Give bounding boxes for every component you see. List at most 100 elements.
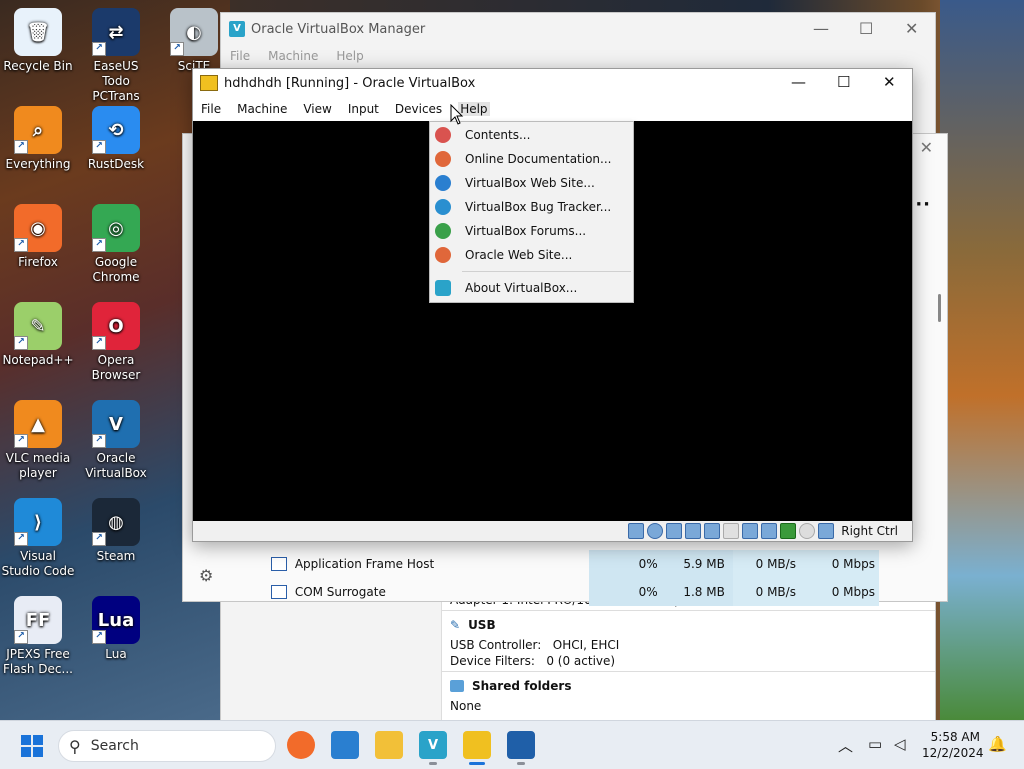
process-network: 0 Mbps: [801, 550, 879, 578]
search-icon: ⚲: [69, 736, 81, 756]
shared-folders-icon[interactable]: [723, 523, 740, 539]
recycle-bin-icon: 🗑: [14, 8, 62, 56]
process-cpu: 0%: [588, 578, 662, 606]
vm-details-panel: Adapter 1: Intel PRO/1000 MT Desktop (NA…: [441, 588, 935, 720]
close-icon[interactable]: ✕: [905, 19, 918, 38]
desktop-icon-opera-browser[interactable]: O ↗ Opera Browser: [78, 302, 154, 383]
task-manager-taskbar-icon[interactable]: [507, 731, 535, 765]
process-row[interactable]: Application Frame Host 0% 5.9 MB 0 MB/s …: [233, 550, 879, 578]
shortcut-arrow-icon: ↗: [92, 434, 106, 448]
desktop-icon-visual-studio-code[interactable]: ⟩ ↗ Visual Studio Code: [0, 498, 76, 579]
audio-icon[interactable]: [666, 523, 683, 539]
host-key-icon[interactable]: [818, 523, 835, 539]
minimize-icon[interactable]: —: [813, 19, 829, 38]
usb-section-header[interactable]: ✎ USB: [442, 613, 935, 637]
online-docs-icon: [435, 151, 451, 167]
taskbar-clock[interactable]: 5:58 AM 12/2/2024: [922, 729, 984, 761]
opera-browser-icon: O ↗: [92, 302, 140, 350]
optical-drive-icon[interactable]: [647, 523, 664, 539]
firefox-taskbar-icon[interactable]: [287, 731, 315, 759]
notification-bell-icon[interactable]: 🔔: [988, 735, 1007, 753]
jpexs-flash-decompiler-icon: FF ↗: [14, 596, 62, 644]
shortcut-arrow-icon: ↗: [92, 532, 106, 546]
minimize-icon[interactable]: —: [791, 73, 806, 91]
desktop-icon-google-chrome[interactable]: ◎ ↗ Google Chrome: [78, 204, 154, 285]
shortcut-arrow-icon: ↗: [14, 532, 28, 546]
process-network: 0 Mbps: [801, 578, 879, 606]
recording-icon[interactable]: [761, 523, 778, 539]
menu-item-about[interactable]: About VirtualBox...: [430, 276, 633, 300]
manager-menu-file[interactable]: File: [230, 49, 250, 63]
desktop-icon-lua[interactable]: Lua ↗ Lua: [78, 596, 154, 662]
network-status-icon[interactable]: ▭: [868, 735, 882, 753]
host-key-label: Right Ctrl: [841, 524, 898, 538]
usb-icon: ✎: [450, 618, 461, 632]
desktop-icon-label: Lua: [105, 647, 127, 661]
close-icon[interactable]: ✕: [920, 138, 933, 157]
forums-icon: [435, 223, 451, 239]
shared-folders-header[interactable]: Shared folders: [442, 674, 935, 698]
process-name: Application Frame Host: [294, 557, 435, 571]
menu-item-virtualbox-web-site[interactable]: VirtualBox Web Site...: [430, 171, 633, 195]
network-icon[interactable]: [685, 523, 702, 539]
vm-menu-view[interactable]: View: [303, 102, 331, 116]
shortcut-arrow-icon: ↗: [170, 42, 184, 56]
manager-menu-machine[interactable]: Machine: [268, 49, 318, 63]
firefox-icon: ◉ ↗: [14, 204, 62, 252]
desktop-icon-oracle-virtualbox[interactable]: V ↗ Oracle VirtualBox: [78, 400, 154, 481]
maximize-icon[interactable]: ☐: [859, 19, 873, 38]
desktop-icon-easeus-todo-pctrans[interactable]: ⇄ ↗ EaseUS Todo PCTrans: [78, 8, 154, 104]
vm-menu-input[interactable]: Input: [348, 102, 379, 116]
help-dropdown-menu: Contents... Online Documentation... Virtua…: [429, 121, 634, 303]
close-icon[interactable]: ✕: [883, 73, 896, 91]
search-placeholder: Search: [90, 738, 139, 754]
virtualbox-taskbar-icon[interactable]: V: [419, 731, 447, 765]
settings-gear-icon[interactable]: ⚙: [199, 566, 213, 585]
menu-item-online-documentation[interactable]: Online Documentation...: [430, 147, 633, 171]
explorer-taskbar-icon[interactable]: [331, 731, 359, 759]
chevron-up-icon[interactable]: ︿: [838, 735, 853, 756]
scrollbar-thumb[interactable]: [938, 294, 941, 322]
maximize-icon[interactable]: ☐: [837, 73, 850, 91]
desktop-icon-steam[interactable]: ◍ ↗ Steam: [78, 498, 154, 564]
process-memory: 5.9 MB: [661, 550, 733, 578]
desktop-icon-rustdesk[interactable]: ⟲ ↗ RustDesk: [78, 106, 154, 172]
menu-separator: [462, 271, 631, 272]
manager-menu-bar: File Machine Help: [221, 45, 935, 67]
file-explorer-taskbar-icon[interactable]: [375, 731, 403, 759]
hard-disk-icon[interactable]: [628, 523, 645, 539]
desktop-icon-jpexs-flash-decompiler[interactable]: FF ↗ JPEXS Free Flash Dec...: [0, 596, 76, 677]
menu-item-virtualbox-forums[interactable]: VirtualBox Forums...: [430, 219, 633, 243]
desktop-icon-vlc-media-player[interactable]: ▲ ↗ VLC media player: [0, 400, 76, 481]
desktop-icon-everything[interactable]: ⌕ ↗ Everything: [0, 106, 76, 172]
menu-item-virtualbox-bug-tracker[interactable]: VirtualBox Bug Tracker...: [430, 195, 633, 219]
vlc-media-player-icon: ▲ ↗: [14, 400, 62, 448]
menu-item-oracle-web-site[interactable]: Oracle Web Site...: [430, 243, 633, 267]
vm-menu-machine[interactable]: Machine: [237, 102, 287, 116]
volume-muted-icon[interactable]: ◁: [894, 735, 906, 753]
vm-menu-devices[interactable]: Devices: [395, 102, 442, 116]
desktop-icon-label: Oracle VirtualBox: [85, 451, 147, 480]
com-surrogate-icon: [271, 585, 287, 599]
desktop-icon-label: Notepad++: [2, 353, 74, 367]
vm-status-bar: Right Ctrl: [193, 521, 912, 541]
windows-start-button[interactable]: [21, 735, 43, 757]
taskbar-search-box[interactable]: ⚲ Search: [58, 730, 276, 762]
desktop-icon-firefox[interactable]: ◉ ↗ Firefox: [0, 204, 76, 270]
notepad-plus-plus-icon: ✎ ↗: [14, 302, 62, 350]
vm-menu-file[interactable]: File: [201, 102, 221, 116]
display-icon[interactable]: [742, 523, 759, 539]
vm-window-title: hdhdhdh [Running] - Oracle VirtualBox: [224, 75, 476, 91]
menu-item-contents[interactable]: Contents...: [430, 123, 633, 147]
google-chrome-icon: ◎ ↗: [92, 204, 140, 252]
desktop-icon-notepad-plus-plus[interactable]: ✎ ↗ Notepad++: [0, 302, 76, 368]
usb-icon[interactable]: [704, 523, 721, 539]
process-row[interactable]: COM Surrogate 0% 1.8 MB 0 MB/s 0 Mbps: [233, 578, 879, 606]
mouse-integration-icon[interactable]: [799, 523, 816, 539]
desktop-icon-recycle-bin[interactable]: 🗑 Recycle Bin: [0, 8, 76, 74]
cpu-icon[interactable]: [780, 523, 797, 539]
desktop-icon-label: RustDesk: [87, 157, 145, 171]
vm-taskbar-icon[interactable]: [463, 731, 491, 765]
process-name: COM Surrogate: [294, 585, 386, 599]
manager-menu-help[interactable]: Help: [336, 49, 363, 63]
